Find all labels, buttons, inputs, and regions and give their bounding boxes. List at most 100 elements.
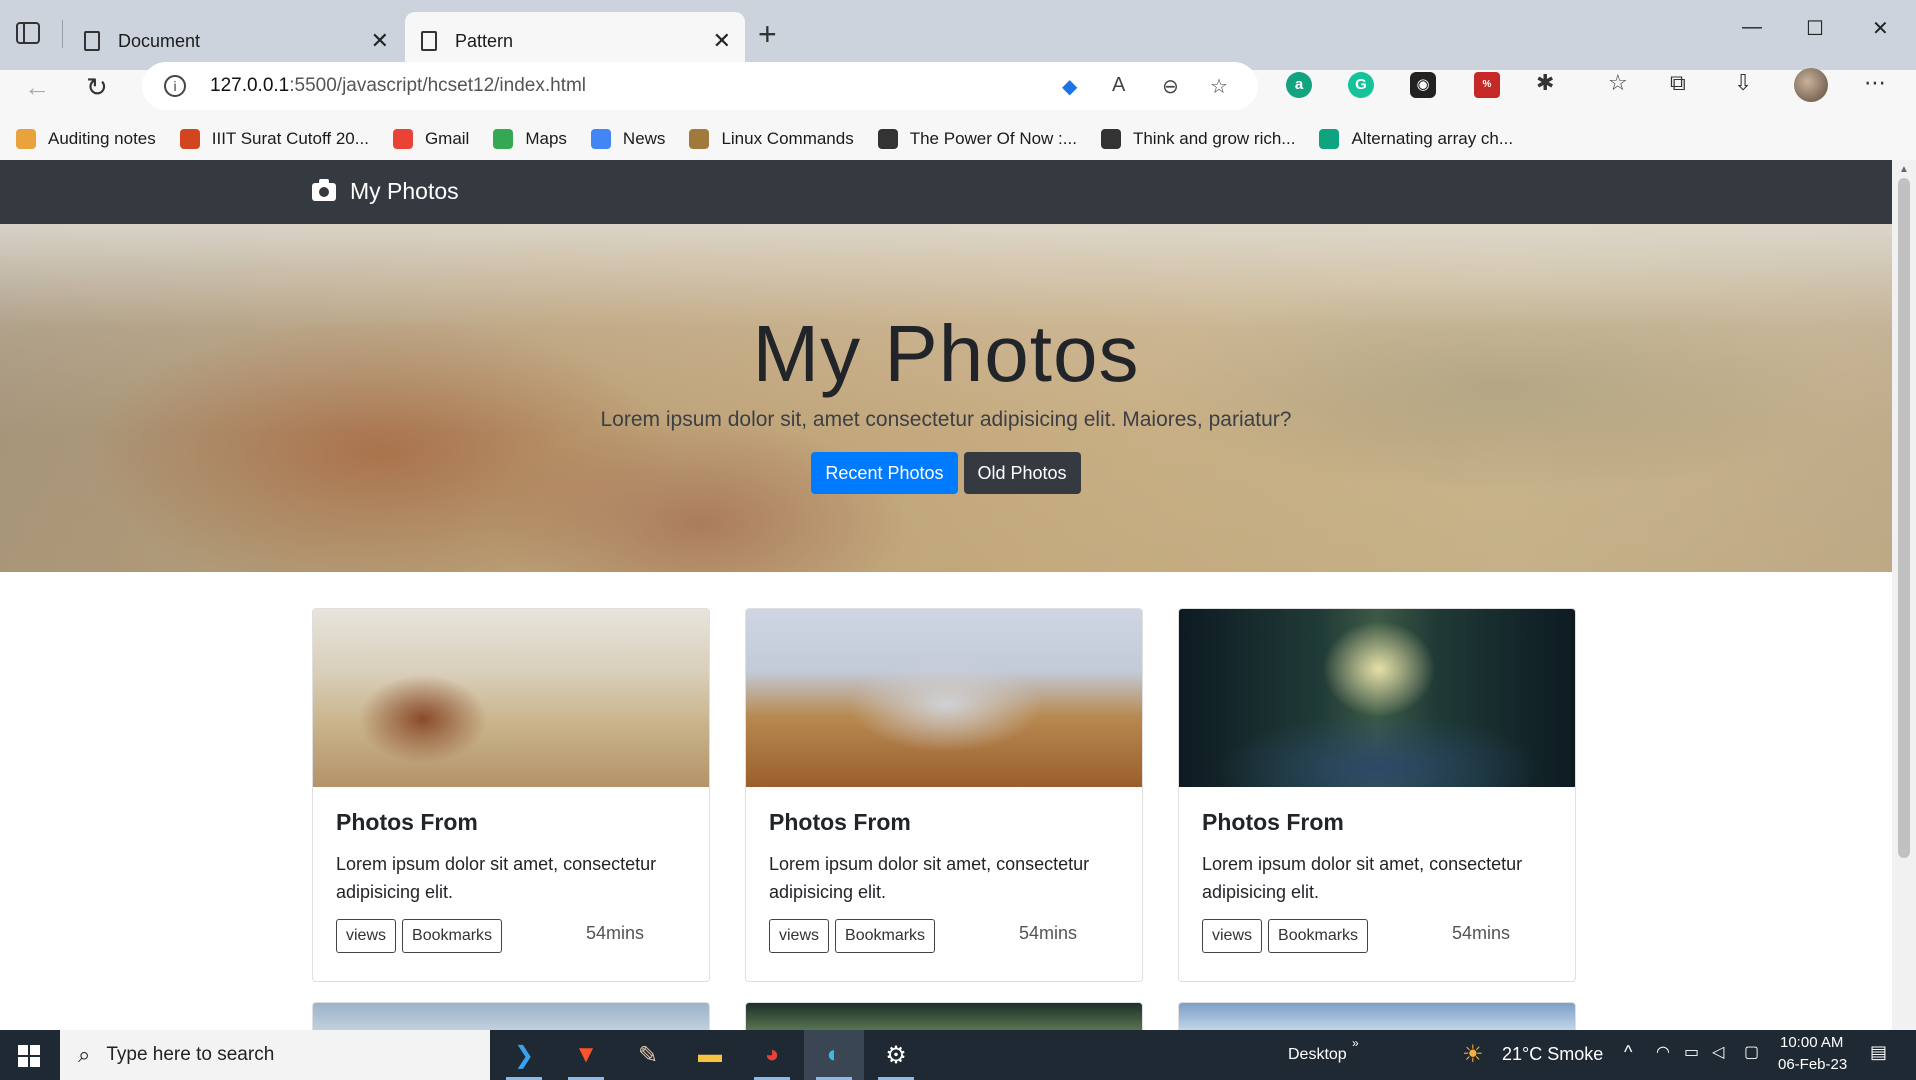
hero-subtitle: Lorem ipsum dolor sit, amet consectetur … xyxy=(600,408,1292,431)
bookmark-item[interactable]: Maps xyxy=(493,129,567,149)
bookmark-favicon-icon xyxy=(689,129,710,149)
reload-icon[interactable]: ↻ xyxy=(86,72,108,103)
scroll-up-arrow-icon[interactable]: ▲ xyxy=(1899,164,1909,175)
battery-icon[interactable]: ▭ xyxy=(1684,1042,1699,1062)
url-host: 127.0.0.1 xyxy=(210,75,290,96)
windows-taskbar: ⌕ Type here to search ❯ ▼ ✎ ▬ ◕ ◐ ⚙ Desk… xyxy=(0,1030,1916,1080)
windows-start-icon[interactable] xyxy=(18,1045,40,1067)
close-tab-icon[interactable]: ✕ xyxy=(713,28,731,54)
desktop-toolbar-label[interactable]: Desktop xyxy=(1288,1046,1347,1064)
bookmark-item[interactable]: News xyxy=(590,129,665,149)
meet-now-icon[interactable]: ▢ xyxy=(1744,1042,1759,1062)
bookmark-favicon-icon xyxy=(392,129,413,149)
bookmark-label: Alternating array ch... xyxy=(1351,129,1514,148)
card-text: Lorem ipsum dolor sit amet, consectetur … xyxy=(769,854,1090,902)
brand-label: My Photos xyxy=(350,178,459,204)
wifi-icon[interactable]: ◠ xyxy=(1656,1042,1670,1062)
show-hidden-icons-icon[interactable]: ^ xyxy=(1624,1042,1632,1063)
weather-text[interactable]: 21°C Smoke xyxy=(1502,1044,1603,1065)
bookmark-label: Maps xyxy=(525,129,567,148)
favorites-icon[interactable]: ☆ xyxy=(1608,70,1628,96)
more-menu-icon[interactable]: ⋯ xyxy=(1864,70,1886,96)
views-button[interactable]: views xyxy=(769,919,830,953)
address-bar[interactable]: i 127.0.0.1:5500/javascript/hcset12/inde… xyxy=(142,62,1258,110)
bookmark-item[interactable]: IIIT Surat Cutoff 20... xyxy=(179,129,369,149)
vscode-icon[interactable]: ❯ xyxy=(494,1030,554,1080)
expand-toolbar-icon[interactable]: » xyxy=(1352,1036,1359,1050)
card-time: 54mins xyxy=(1019,923,1078,943)
card-title: Photos From xyxy=(1202,809,1344,835)
bookmarks-bar: Auditing notes IIIT Surat Cutoff 20... Gma… xyxy=(0,118,1916,160)
bookmark-item[interactable]: The Power Of Now :... xyxy=(877,129,1077,149)
weather-sun-icon: ☀ xyxy=(1462,1041,1484,1068)
extension-a-icon[interactable]: a xyxy=(1286,72,1312,98)
close-tab-icon[interactable]: ✕ xyxy=(371,28,389,54)
bookmark-item[interactable]: Auditing notes xyxy=(16,129,156,149)
bookmarks-button[interactable]: Bookmarks xyxy=(835,919,936,953)
bookmark-item[interactable]: Linux Commands xyxy=(689,129,854,149)
clock-time[interactable]: 10:00 AM xyxy=(1780,1034,1843,1051)
card-text: Lorem ipsum dolor sit amet, consectetur … xyxy=(336,854,657,902)
downloads-icon[interactable]: ⇩ xyxy=(1734,70,1752,96)
bookmark-favicon-icon xyxy=(16,129,36,149)
tab-divider xyxy=(62,20,63,48)
bookmark-label: Gmail xyxy=(424,129,470,148)
minimize-button[interactable]: — xyxy=(1742,16,1762,39)
site-info-icon[interactable]: i xyxy=(164,75,186,97)
extensions-puzzle-icon[interactable]: ✱ xyxy=(1536,70,1554,96)
collections-icon[interactable]: ⧉ xyxy=(1670,70,1686,96)
notifications-icon[interactable]: ▤ xyxy=(1870,1042,1887,1063)
back-arrow-icon[interactable]: ← xyxy=(24,72,50,103)
settings-gear-icon[interactable]: ⚙ xyxy=(866,1030,926,1080)
page-scrollbar[interactable]: ▲ xyxy=(1892,160,1916,1030)
scrollbar-thumb[interactable] xyxy=(1898,178,1910,858)
photo-card: Photos From Lorem ipsum dolor sit amet, … xyxy=(1178,608,1576,982)
brave-browser-icon[interactable]: ▼ xyxy=(556,1030,616,1080)
maximize-button[interactable]: ☐ xyxy=(1806,16,1824,41)
zoom-out-icon[interactable]: ⊖ xyxy=(1162,74,1179,99)
bookmarks-button[interactable]: Bookmarks xyxy=(1268,919,1369,953)
bookmark-favicon-icon xyxy=(1319,129,1340,149)
bookmark-favicon-icon xyxy=(877,129,898,149)
card-title: Photos From xyxy=(336,809,478,835)
edge-browser-icon[interactable]: ◐ xyxy=(804,1030,864,1080)
extension-glasses-icon[interactable]: ◉ xyxy=(1410,72,1436,98)
tab-title: Document xyxy=(118,30,201,51)
taskbar-search-input[interactable]: ⌕ Type here to search xyxy=(60,1030,490,1080)
recent-photos-button[interactable]: Recent Photos xyxy=(811,452,958,494)
highland-cow-photo xyxy=(313,609,709,787)
new-tab-button[interactable]: + xyxy=(758,18,777,50)
file-explorer-icon[interactable]: ▬ xyxy=(680,1030,740,1080)
page-icon xyxy=(421,31,437,51)
bookmark-item[interactable]: Think and grow rich... xyxy=(1100,129,1295,149)
navbar-brand[interactable]: My Photos xyxy=(312,178,459,205)
bookmark-item[interactable]: Gmail xyxy=(392,129,470,149)
photo-card-partial xyxy=(312,1002,710,1032)
forest-road-photo xyxy=(1179,609,1575,787)
profile-avatar[interactable] xyxy=(1794,68,1828,102)
laptop-desk-photo xyxy=(746,609,1142,787)
volume-icon[interactable]: ◁ xyxy=(1712,1042,1724,1062)
chrome-icon[interactable]: ◕ xyxy=(742,1030,802,1080)
bookmark-item[interactable]: Alternating array ch... xyxy=(1319,129,1513,149)
photo-card-partial xyxy=(745,1002,1143,1032)
views-button[interactable]: views xyxy=(336,919,397,953)
bookmark-favicon-icon xyxy=(493,129,514,149)
paint-app-icon[interactable]: ✎ xyxy=(618,1030,678,1080)
tab-title: Pattern xyxy=(455,30,514,51)
card-time: 54mins xyxy=(1452,923,1511,943)
close-window-button[interactable]: ✕ xyxy=(1872,16,1889,41)
extension-off-icon[interactable]: % xyxy=(1474,72,1500,98)
coupon-tag-icon[interactable]: ◆ xyxy=(1062,74,1077,99)
views-button[interactable]: views xyxy=(1202,919,1263,953)
old-photos-button[interactable]: Old Photos xyxy=(963,452,1081,494)
tab-actions-icon[interactable] xyxy=(16,22,40,44)
read-aloud-icon[interactable]: A xyxy=(1112,74,1125,97)
grammarly-icon[interactable]: G xyxy=(1348,72,1374,98)
bookmark-label: IIIT Surat Cutoff 20... xyxy=(211,129,369,148)
clock-date[interactable]: 06-Feb-23 xyxy=(1778,1056,1847,1073)
bookmarks-button[interactable]: Bookmarks xyxy=(402,919,503,953)
browser-tab-bar: Document ✕ Pattern ✕ + — ☐ ✕ xyxy=(0,0,1916,70)
add-favorite-icon[interactable]: ☆ xyxy=(1210,74,1228,99)
page-viewport: My Photos My Photos Lorem ipsum dolor si… xyxy=(0,160,1892,1030)
